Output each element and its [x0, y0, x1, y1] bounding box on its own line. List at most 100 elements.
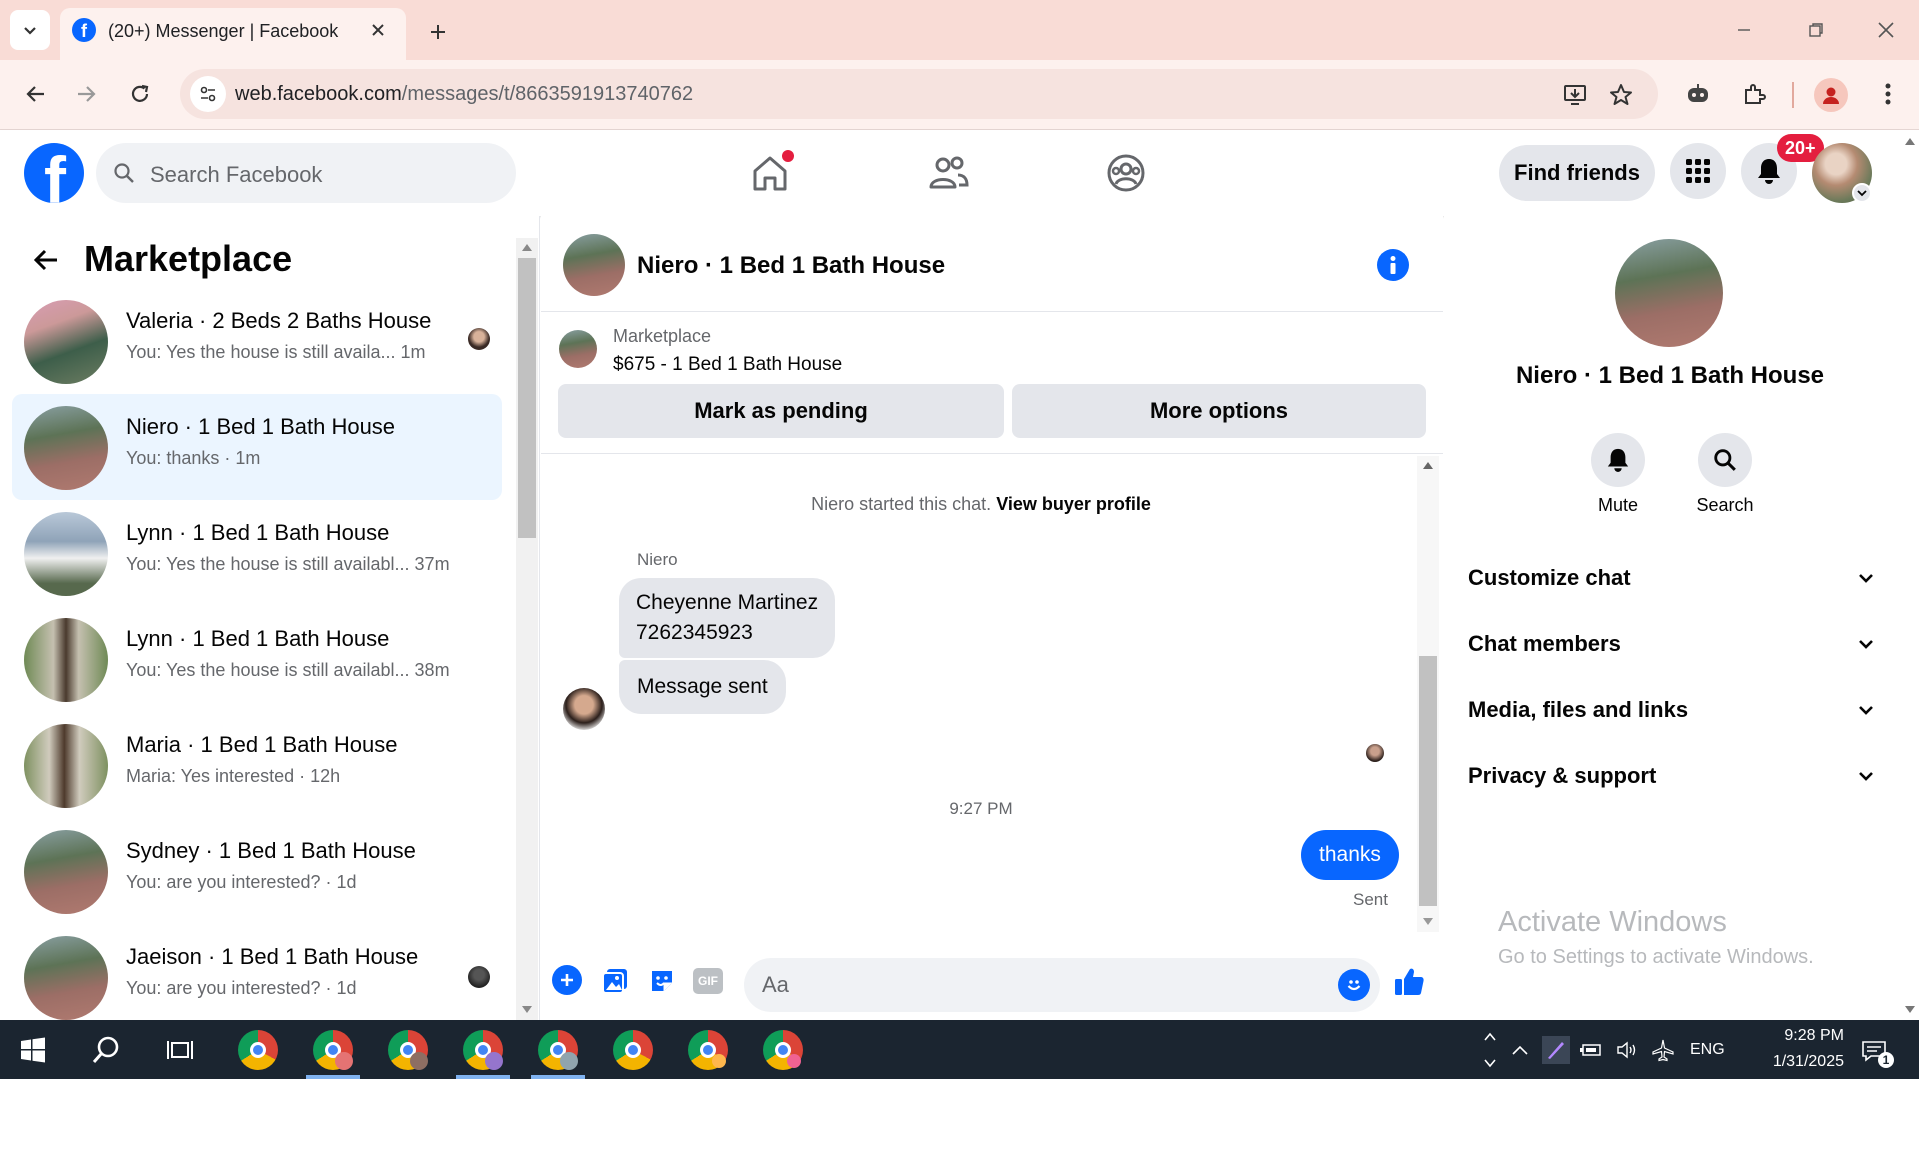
chat-list-scrollbar[interactable]	[516, 238, 538, 1020]
attach-photo-icon[interactable]	[599, 965, 631, 997]
minimize-icon[interactable]	[1724, 10, 1764, 50]
conversation-item[interactable]: Lynn · 1 Bed 1 Bath House You: Yes the h…	[12, 606, 502, 712]
scrollbar-thumb[interactable]	[518, 258, 536, 538]
conversation-item-active[interactable]: Niero · 1 Bed 1 Bath House You: thanks ·…	[12, 394, 502, 500]
conversation-item[interactable]: Valeria · 2 Beds 2 Baths House You: Yes …	[12, 288, 502, 394]
chrome-taskbar-icon[interactable]	[613, 1030, 653, 1070]
scroll-down-arrow-icon[interactable]	[1905, 1006, 1915, 1013]
profile-icon[interactable]	[1814, 78, 1848, 112]
taskbar-date[interactable]: 1/31/2025	[1742, 1053, 1844, 1071]
menu-icon[interactable]	[1870, 76, 1906, 112]
new-tab-icon[interactable]	[420, 14, 456, 50]
task-view-icon[interactable]	[160, 1030, 200, 1070]
emoji-icon[interactable]	[1338, 969, 1370, 1001]
close-tab-icon[interactable]	[364, 16, 392, 44]
more-actions-plus-icon[interactable]	[552, 965, 582, 995]
chat-title[interactable]: Niero · 1 Bed 1 Bath House	[637, 252, 945, 280]
sticker-icon[interactable]	[646, 965, 678, 997]
customize-chat-section[interactable]: Customize chat	[1468, 558, 1874, 598]
page-scrollbar[interactable]	[1900, 130, 1919, 1020]
groups-nav-icon[interactable]	[1096, 148, 1156, 198]
chrome-taskbar-icon[interactable]	[763, 1030, 803, 1070]
install-app-icon[interactable]	[1558, 78, 1592, 112]
view-buyer-profile-link[interactable]: View buyer profile	[996, 494, 1151, 514]
account-chevron-icon[interactable]	[1852, 183, 1872, 203]
conversation-title: Niero · 1 Bed 1 Bath House	[126, 414, 396, 439]
search-facebook-field[interactable]: Search Facebook	[96, 143, 516, 203]
pen-icon[interactable]	[1542, 1036, 1570, 1064]
site-info-icon[interactable]	[190, 76, 226, 112]
friends-nav-icon[interactable]	[918, 148, 978, 198]
restore-icon[interactable]	[1796, 10, 1836, 50]
taskbar-time[interactable]: 9:28 PM	[1752, 1027, 1844, 1045]
account-avatar[interactable]	[1812, 143, 1872, 203]
more-options-button[interactable]: More options	[1012, 384, 1426, 438]
scroll-up-arrow-icon[interactable]	[1905, 138, 1915, 145]
find-friends-button[interactable]: Find friends	[1499, 145, 1655, 201]
scroll-down-arrow-icon[interactable]	[1423, 918, 1433, 925]
message-line: 7262345923	[636, 621, 753, 644]
chat-avatar[interactable]	[563, 234, 625, 296]
details-avatar[interactable]	[1615, 239, 1723, 347]
search-action[interactable]: Search	[1685, 433, 1765, 523]
facebook-logo-icon[interactable]: f	[24, 143, 84, 203]
chrome-taskbar-icon[interactable]	[313, 1030, 353, 1070]
notification-center-icon[interactable]: 1	[1856, 1034, 1894, 1068]
browser-tab-active[interactable]: f (20+) Messenger | Facebook	[60, 8, 406, 60]
back-icon[interactable]	[16, 74, 56, 114]
taskbar-scroll-arrows-icon[interactable]	[1480, 1024, 1500, 1076]
message-input[interactable]: Aa	[744, 958, 1380, 1012]
back-arrow-icon[interactable]	[26, 240, 66, 280]
notification-count: 1	[1878, 1052, 1894, 1068]
close-window-icon[interactable]	[1866, 10, 1906, 50]
privacy-support-section[interactable]: Privacy & support	[1468, 756, 1874, 796]
scrollbar-thumb[interactable]	[1419, 656, 1437, 906]
chrome-taskbar-icon[interactable]	[538, 1030, 578, 1070]
menu-grid-button[interactable]	[1670, 143, 1726, 199]
message-bubble-incoming[interactable]: Cheyenne Martinez 7262345923	[619, 578, 836, 658]
chat-members-section[interactable]: Chat members	[1468, 624, 1874, 664]
gif-icon[interactable]: GIF	[691, 965, 725, 997]
message-bubble-outgoing[interactable]: thanks	[1301, 830, 1399, 880]
conversation-item[interactable]: Jaeison · 1 Bed 1 Bath House You: are yo…	[12, 924, 502, 1020]
chrome-taskbar-icon[interactable]	[688, 1030, 728, 1070]
listing-price-title[interactable]: $675 - 1 Bed 1 Bath House	[613, 354, 842, 376]
show-hidden-icons-icon[interactable]	[1506, 1036, 1534, 1064]
conversation-item[interactable]: Sydney · 1 Bed 1 Bath House You: are you…	[12, 818, 502, 924]
conversation-item[interactable]: Maria · 1 Bed 1 Bath House Maria: Yes in…	[12, 712, 502, 818]
thread-scrollbar[interactable]	[1417, 456, 1439, 932]
extensions-icon[interactable]	[1736, 76, 1772, 112]
windows-start-icon[interactable]	[14, 1032, 52, 1068]
home-nav-icon[interactable]	[740, 148, 800, 198]
scroll-down-arrow-icon[interactable]	[522, 1006, 532, 1013]
network-airplane-icon[interactable]	[1648, 1036, 1678, 1064]
conversation-item[interactable]: Lynn · 1 Bed 1 Bath House You: Yes the h…	[12, 500, 502, 606]
chrome-taskbar-icon[interactable]	[463, 1030, 503, 1070]
address-bar[interactable]: web.facebook.com/messages/t/866359191374…	[180, 69, 1658, 119]
volume-icon[interactable]	[1612, 1036, 1642, 1064]
listing-thumbnail	[24, 300, 108, 384]
chrome-taskbar-icon[interactable]	[238, 1030, 278, 1070]
bookmark-star-icon[interactable]	[1604, 78, 1638, 112]
mark-as-pending-button[interactable]: Mark as pending	[558, 384, 1004, 438]
forward-icon[interactable]	[66, 74, 106, 114]
copilot-icon[interactable]	[1680, 76, 1716, 112]
mute-button[interactable]	[1591, 433, 1645, 487]
language-indicator[interactable]: ENG	[1690, 1041, 1725, 1059]
bell-icon	[1758, 159, 1780, 184]
tab-list-icon[interactable]	[10, 10, 50, 50]
chrome-taskbar-icon[interactable]	[388, 1030, 428, 1070]
scroll-up-arrow-icon[interactable]	[522, 244, 532, 251]
message-bubble-incoming[interactable]: Message sent	[619, 660, 786, 714]
media-files-links-section[interactable]: Media, files and links	[1468, 690, 1874, 730]
sender-avatar[interactable]	[563, 688, 605, 730]
read-receipt-avatar	[1366, 744, 1384, 762]
reload-icon[interactable]	[120, 74, 160, 114]
scroll-up-arrow-icon[interactable]	[1423, 462, 1433, 469]
info-icon[interactable]	[1377, 249, 1409, 281]
search-in-chat-button[interactable]	[1698, 433, 1752, 487]
facebook-header: f Search Facebook Find friends 20+	[0, 130, 1900, 216]
mute-action[interactable]: Mute	[1578, 433, 1658, 523]
thumbs-up-icon[interactable]	[1389, 962, 1429, 1002]
taskbar-search-icon[interactable]	[86, 1030, 126, 1070]
